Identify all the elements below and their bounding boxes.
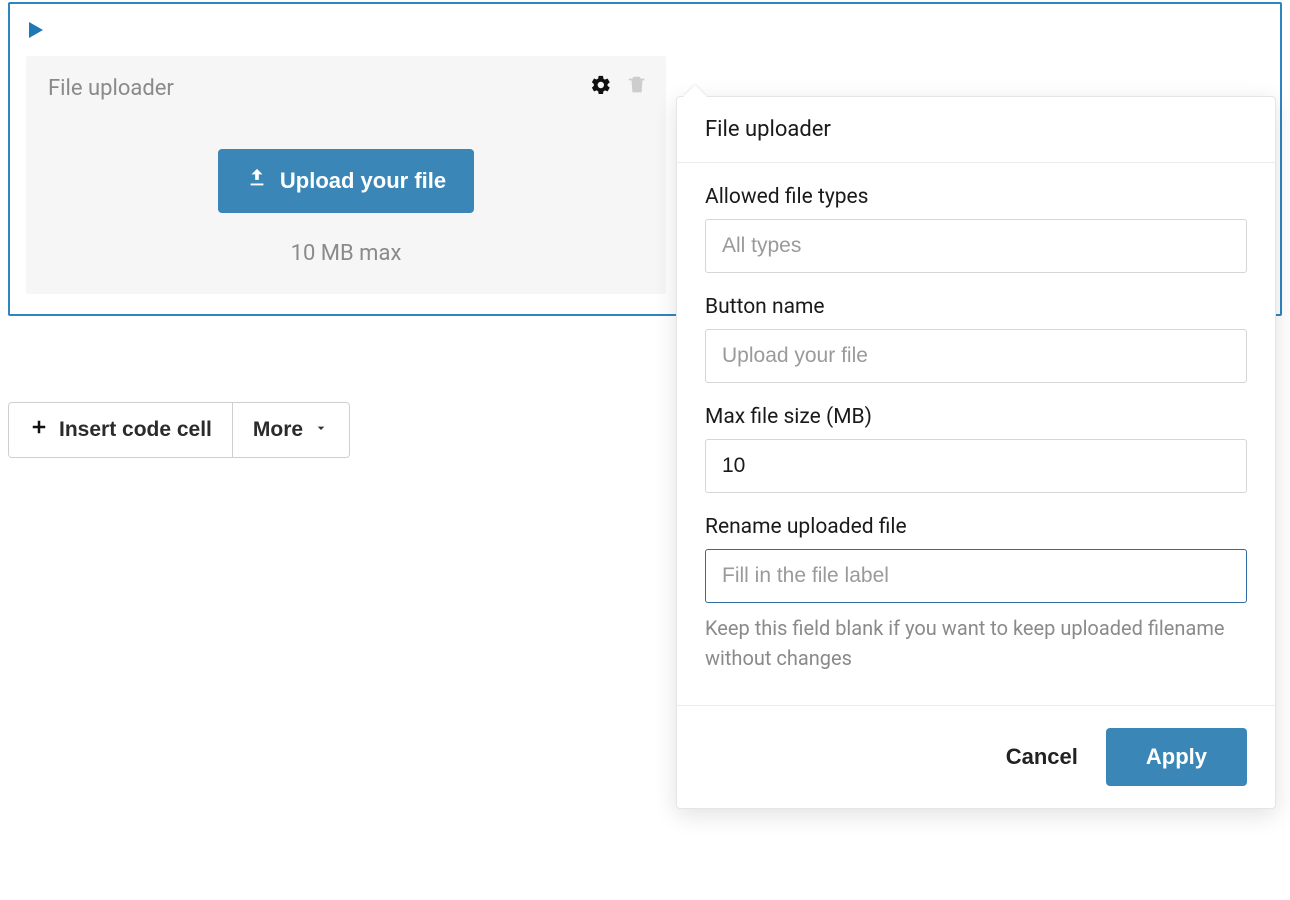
widget-action-icons (590, 74, 648, 96)
cell-toolbar: Insert code cell More (8, 402, 350, 458)
button-name-label: Button name (705, 295, 1247, 319)
file-uploader-settings-popover: File uploader Allowed file types Button … (676, 96, 1276, 809)
popover-footer: Cancel Apply (677, 705, 1275, 808)
upload-size-hint: 10 MB max (48, 241, 644, 266)
trash-icon[interactable] (626, 74, 648, 96)
widget-title: File uploader (48, 76, 644, 101)
max-size-input[interactable] (705, 439, 1247, 493)
field-button-name: Button name (705, 295, 1247, 383)
chevron-down-icon (313, 418, 329, 442)
insert-code-cell-label: Insert code cell (59, 418, 212, 442)
run-icon[interactable] (26, 20, 46, 40)
more-label: More (253, 418, 303, 442)
cancel-button[interactable]: Cancel (1006, 744, 1078, 770)
allowed-types-label: Allowed file types (705, 185, 1247, 209)
more-button[interactable]: More (232, 403, 349, 457)
rename-help-text: Keep this field blank if you want to kee… (705, 613, 1247, 673)
field-max-size: Max file size (MB) (705, 405, 1247, 493)
upload-button-label: Upload your file (280, 168, 446, 194)
plus-icon (29, 417, 49, 443)
file-uploader-widget: File uploader Upload your file 10 MB max (26, 56, 666, 294)
upload-area: Upload your file 10 MB max (48, 149, 644, 266)
gear-icon[interactable] (590, 74, 612, 96)
field-allowed-types: Allowed file types (705, 185, 1247, 273)
popover-arrow (683, 85, 707, 97)
insert-code-cell-button[interactable]: Insert code cell (9, 403, 232, 457)
allowed-types-input[interactable] (705, 219, 1247, 273)
upload-icon (246, 167, 268, 195)
apply-button[interactable]: Apply (1106, 728, 1247, 786)
rename-input[interactable] (705, 549, 1247, 603)
button-name-input[interactable] (705, 329, 1247, 383)
field-rename: Rename uploaded file Keep this field bla… (705, 515, 1247, 673)
cell-run-row (26, 16, 1264, 52)
popover-title: File uploader (677, 97, 1275, 163)
upload-button[interactable]: Upload your file (218, 149, 474, 213)
max-size-label: Max file size (MB) (705, 405, 1247, 429)
popover-body: Allowed file types Button name Max file … (677, 163, 1275, 705)
rename-label: Rename uploaded file (705, 515, 1247, 539)
